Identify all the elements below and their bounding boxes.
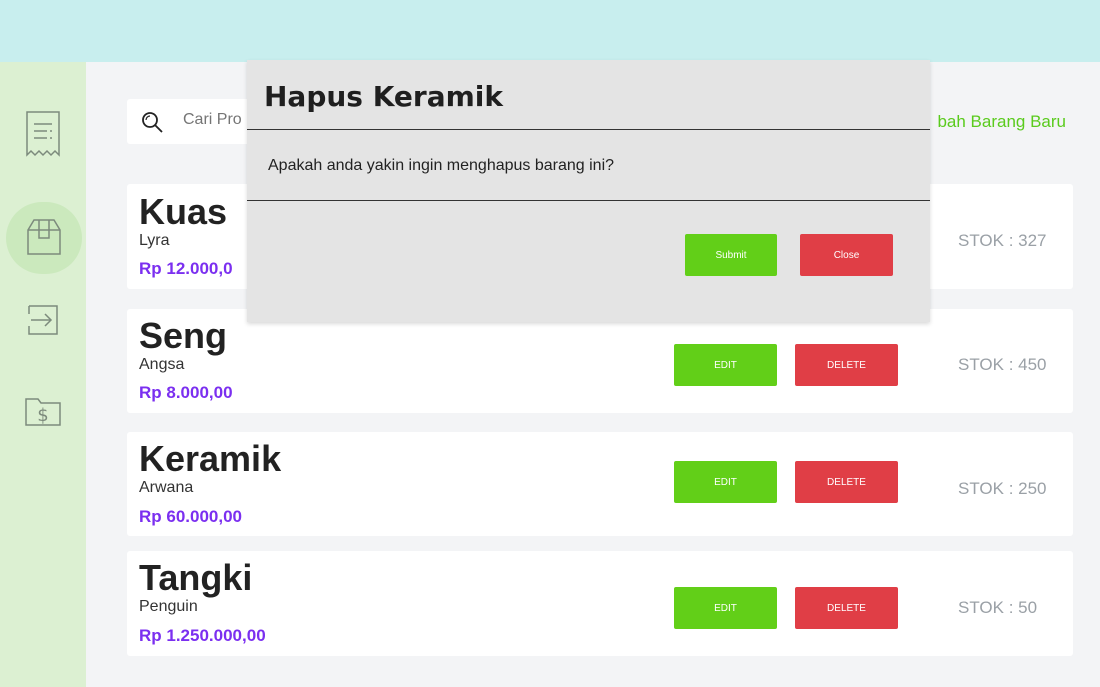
sidebar-item-receipt[interactable]	[16, 107, 70, 161]
product-stock: STOK : 250	[958, 479, 1047, 498]
delete-confirm-modal: Hapus Keramik Apakah anda yakin ingin me…	[247, 60, 930, 322]
divider	[247, 200, 930, 201]
product-card: Tangki Penguin Rp 1.250.000,00 EDIT DELE…	[127, 551, 1073, 656]
product-brand: Arwana	[139, 479, 194, 496]
edit-button[interactable]: EDIT	[674, 587, 777, 629]
divider	[247, 129, 930, 130]
close-button[interactable]: Close	[800, 234, 893, 276]
product-card: Keramik Arwana Rp 60.000,00 EDIT DELETE …	[127, 432, 1073, 536]
product-price: Rp 12.000,0	[139, 259, 233, 278]
product-price: Rp 60.000,00	[139, 507, 243, 526]
submit-button[interactable]: Submit	[685, 234, 777, 276]
product-stock: STOK : 450	[958, 355, 1047, 374]
modal-message: Apakah anda yakin ingin menghapus barang…	[268, 157, 615, 174]
sidebar-item-finance[interactable]: $	[16, 384, 70, 438]
sidebar-item-login[interactable]	[16, 293, 70, 347]
top-bar	[0, 0, 1100, 62]
product-price: Rp 1.250.000,00	[139, 626, 266, 645]
sidebar-item-products[interactable]	[6, 202, 82, 274]
edit-button[interactable]: EDIT	[674, 344, 777, 386]
product-brand: Angsa	[139, 356, 185, 373]
product-brand: Lyra	[139, 232, 170, 249]
box-icon	[27, 219, 61, 255]
delete-button[interactable]: DELETE	[795, 587, 898, 629]
product-card: Seng Angsa Rp 8.000,00 EDIT DELETE STOK …	[127, 309, 1073, 413]
delete-button[interactable]: DELETE	[795, 344, 898, 386]
login-icon	[28, 305, 58, 335]
delete-button[interactable]: DELETE	[795, 461, 898, 503]
product-brand: Penguin	[139, 598, 198, 615]
product-stock: STOK : 50	[958, 598, 1038, 617]
modal-title: Hapus Keramik	[264, 80, 504, 113]
sidebar: $	[0, 62, 86, 687]
product-name: Tangki	[139, 557, 253, 598]
folder-money-icon: $	[25, 398, 61, 426]
search-icon	[142, 112, 163, 133]
edit-button[interactable]: EDIT	[674, 461, 777, 503]
product-name: Keramik	[139, 438, 282, 479]
product-stock: STOK : 327	[958, 231, 1047, 250]
product-name: Seng	[139, 315, 228, 356]
receipt-icon	[26, 111, 60, 157]
product-name: Kuas	[139, 191, 228, 232]
product-price: Rp 8.000,00	[139, 383, 233, 402]
svg-text:$: $	[37, 405, 48, 426]
